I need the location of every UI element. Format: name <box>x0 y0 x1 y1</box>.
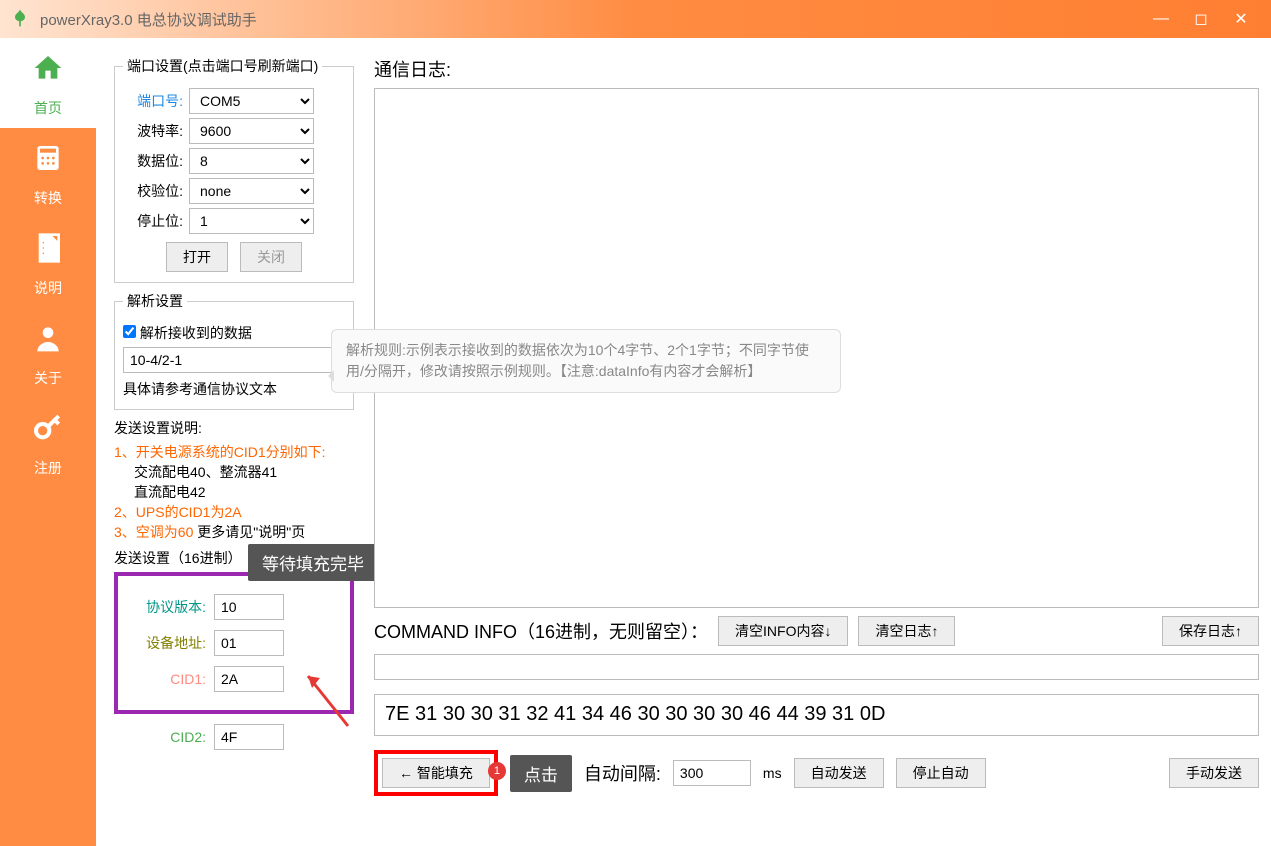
open-port-button[interactable]: 打开 <box>166 242 228 272</box>
sidebar-item-about[interactable]: 关于 <box>0 308 96 398</box>
addr-label: 设备地址: <box>128 633 206 653</box>
port-select[interactable]: COM5 <box>189 88 314 114</box>
titlebar: powerXray3.0 电总协议调试助手 — ◻ ✕ <box>0 0 1271 38</box>
sidebar-label: 转换 <box>34 188 62 208</box>
clear-log-button[interactable]: 清空日志↑ <box>858 616 955 646</box>
send-help-title: 发送设置说明: <box>114 418 354 438</box>
baud-select[interactable]: 9600 <box>189 118 314 144</box>
smart-fill-highlight: ← 智能填充 1 <box>374 750 498 796</box>
command-info-input[interactable] <box>374 654 1259 680</box>
send-help-line1: 1、开关电源系统的CID1分别如下: <box>114 442 354 462</box>
send-help-line3: 直流配电42 <box>114 482 354 502</box>
close-button[interactable]: ✕ <box>1221 9 1261 29</box>
interval-input[interactable] <box>673 760 751 786</box>
parse-checkbox[interactable] <box>123 325 136 338</box>
sidebar-label: 首页 <box>34 98 62 118</box>
document-icon <box>32 232 64 272</box>
send-help-line5a: 3、空调为60 <box>114 524 193 540</box>
parity-select[interactable]: none <box>189 178 314 204</box>
parse-rule-tooltip: 解析规则:示例表示接收到的数据依次为10个4字节、2个1字节；不同字节使用/分隔… <box>331 329 841 393</box>
minimize-button[interactable]: — <box>1141 10 1181 28</box>
app-title: powerXray3.0 电总协议调试助手 <box>40 9 1141 30</box>
sidebar-label: 注册 <box>34 458 62 478</box>
log-title: 通信日志: <box>374 56 1259 82</box>
sidebar-label: 关于 <box>34 368 62 388</box>
auto-send-button[interactable]: 自动发送 <box>794 758 884 788</box>
smart-fill-button[interactable]: ← 智能填充 <box>382 758 490 788</box>
manual-send-button[interactable]: 手动发送 <box>1169 758 1259 788</box>
port-label: 端口号: <box>123 91 183 111</box>
user-icon <box>32 322 64 362</box>
databits-label: 数据位: <box>123 151 183 171</box>
send-help-line2: 交流配电40、整流器41 <box>114 462 354 482</box>
send-help-line5b: 更多请见"说明"页 <box>197 524 305 540</box>
sidebar: 首页 转换 说明 关于 注册 <box>0 38 96 846</box>
sidebar-label: 说明 <box>34 278 62 298</box>
protocol-input[interactable] <box>214 594 284 620</box>
sidebar-item-convert[interactable]: 转换 <box>0 128 96 218</box>
send-settings-box: 等待填充完毕 协议版本: 设备地址: CID1: <box>114 572 354 714</box>
app-logo-icon <box>10 8 30 31</box>
protocol-label: 协议版本: <box>128 597 206 617</box>
parse-rule-input[interactable] <box>123 347 341 373</box>
close-port-button[interactable]: 关闭 <box>240 242 302 272</box>
cid1-label: CID1: <box>128 671 206 687</box>
click-tag: 点击 <box>510 755 572 792</box>
port-settings-group: 端口设置(点击端口号刷新端口) 端口号: COM5 波特率: 9600 数据位:… <box>114 56 354 283</box>
addr-input[interactable] <box>214 630 284 656</box>
interval-unit: ms <box>763 765 782 781</box>
parse-settings-group: 解析设置 解析接收到的数据 具体请参考通信协议文本 <box>114 291 354 410</box>
send-settings-title: 发送设置（16进制） <box>114 550 242 566</box>
interval-label: 自动间隔: <box>584 760 661 786</box>
command-hex-display[interactable]: 7E 31 30 30 31 32 41 34 46 30 30 30 30 4… <box>374 694 1259 736</box>
cid2-input[interactable] <box>214 724 284 750</box>
databits-select[interactable]: 8 <box>189 148 314 174</box>
annotation-badge-1: 1 <box>488 762 506 780</box>
stopbits-label: 停止位: <box>123 211 183 231</box>
clear-info-button[interactable]: 清空INFO内容↓ <box>718 616 848 646</box>
home-icon <box>32 52 64 92</box>
stop-auto-button[interactable]: 停止自动 <box>896 758 986 788</box>
sidebar-item-register[interactable]: 注册 <box>0 398 96 488</box>
sidebar-item-home[interactable]: 首页 <box>0 38 96 128</box>
fill-hint-popup: 等待填充完毕 <box>248 544 378 581</box>
baud-label: 波特率: <box>123 121 183 141</box>
parse-hint: 具体请参考通信协议文本 <box>123 379 345 399</box>
command-info-label: COMMAND INFO（16进制，无则留空）： <box>374 618 708 644</box>
calculator-icon <box>32 142 64 182</box>
cid2-label: CID2: <box>128 729 206 745</box>
maximize-button[interactable]: ◻ <box>1181 9 1221 29</box>
log-textarea[interactable]: 解析规则:示例表示接收到的数据依次为10个4字节、2个1字节；不同字节使用/分隔… <box>374 88 1259 608</box>
parse-checkbox-label: 解析接收到的数据 <box>140 325 252 341</box>
port-settings-legend: 端口设置(点击端口号刷新端口) <box>123 56 322 76</box>
parse-settings-legend: 解析设置 <box>123 291 187 311</box>
cid1-input[interactable] <box>214 666 284 692</box>
parity-label: 校验位: <box>123 181 183 201</box>
stopbits-select[interactable]: 1 <box>189 208 314 234</box>
send-help-line4: 2、UPS的CID1为2A <box>114 502 354 522</box>
sidebar-item-docs[interactable]: 说明 <box>0 218 96 308</box>
key-icon <box>32 412 64 452</box>
save-log-button[interactable]: 保存日志↑ <box>1162 616 1259 646</box>
